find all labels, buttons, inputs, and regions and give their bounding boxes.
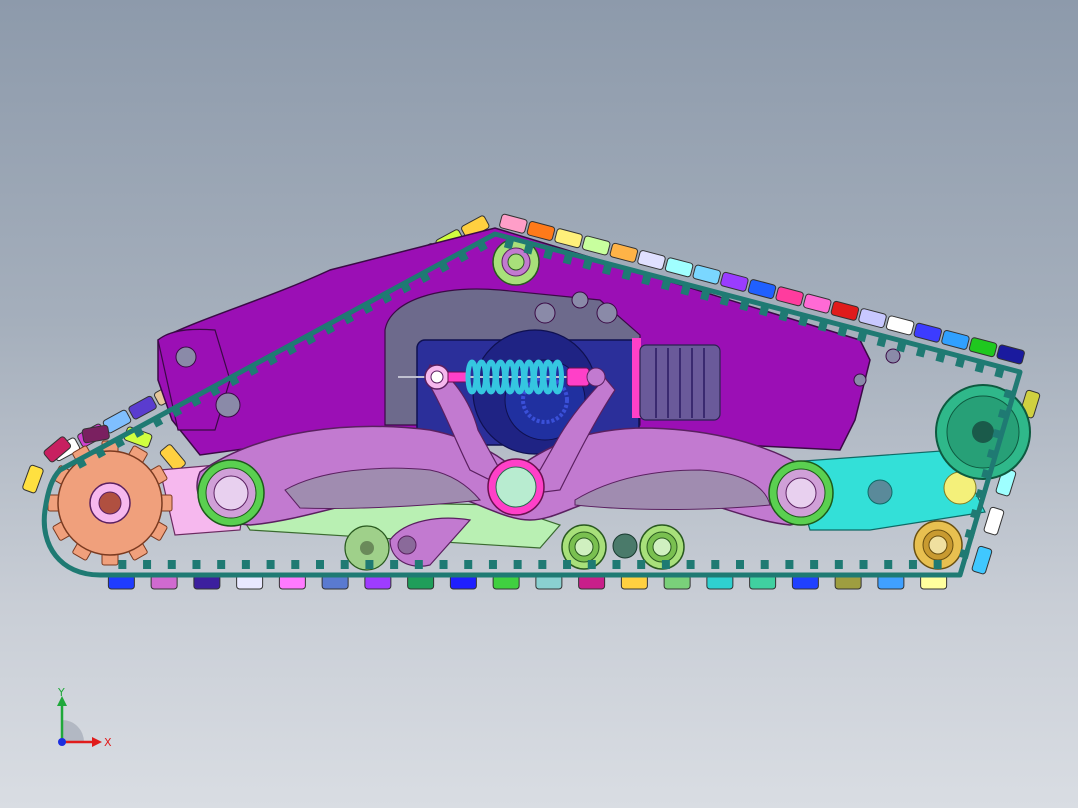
grouser-pad [885,315,915,336]
belt-tooth [217,560,226,569]
belt-tooth [760,560,769,569]
grouser-pad [526,221,556,241]
belt-tooth [810,560,819,569]
grouser-pad [747,279,777,299]
grouser-pad [830,300,860,321]
belt-tooth [612,560,621,569]
belt-tooth [563,560,572,569]
belt-tooth [859,560,868,569]
grouser-pad [22,464,44,494]
grouser-pad [775,286,804,307]
grouser-pad [664,257,694,278]
belt-tooth [834,560,843,569]
belt-tooth [736,560,744,569]
grouser-pad [692,264,721,285]
belt-tooth [390,560,399,569]
belt-tooth [316,560,324,569]
belt-tooth [439,560,448,569]
belt-tooth [340,560,349,569]
grouser-pad [43,436,72,463]
grouser-pad [582,235,611,256]
belt-tooth [266,560,275,569]
grouser-pad [996,344,1025,365]
hook-link-hole [397,535,417,555]
x-axis-label: X [104,736,112,749]
y-axis-label: Y [57,686,65,699]
coordinate-triad: Y X [57,686,112,749]
grouser-pad [803,293,832,314]
belt-tooth [488,560,497,569]
belt-tooth [711,560,720,569]
triad-quadrant [62,720,84,742]
belt-tooth [637,560,646,569]
belt-tooth [291,560,300,569]
belt-tooth [241,560,250,569]
belt-tooth [414,560,423,569]
front-idler-wheel[interactable] [935,384,1031,480]
belt-tooth [785,560,794,569]
grouser-pad [941,329,970,350]
grouser-pad [720,271,749,292]
belt-tooth [513,560,522,569]
z-axis-dot [58,738,66,746]
belt-tooth [464,560,473,569]
pivot-bushing-left[interactable] [197,459,265,527]
grouser-pad [554,228,583,249]
belt-tooth [933,560,942,569]
grouser-pad [913,322,942,343]
grouser-pad [983,506,1005,536]
drive-sprocket[interactable] [47,440,173,566]
x-axis-arrowhead [92,737,102,747]
belt-tooth [167,560,176,569]
cad-graphics-viewport[interactable]: Y X [0,0,1078,808]
belt-tooth [118,560,127,569]
pivot-bushing-right[interactable] [768,460,834,526]
belt-tooth [538,560,547,569]
track-assembly-model[interactable] [0,0,1078,808]
belt-tooth [661,560,670,569]
belt-tooth [587,560,596,569]
grouser-pad [971,545,993,575]
motor-cooling-fins [639,344,721,421]
belt-tooth [908,560,917,569]
belt-tooth [884,560,893,569]
belt-tooth [143,560,152,569]
belt-tooth [365,560,374,569]
belt-tooth [192,560,201,569]
grouser-pad [81,424,110,444]
side-plate-lobe [157,328,231,431]
grouser-pad [858,308,887,329]
belt-tooth [686,560,695,569]
grouser-pad [968,337,998,358]
road-wheel-hub [612,533,638,559]
pivot-bushing-center[interactable] [487,458,545,516]
grouser-pad [128,395,157,420]
tensioner-link-hole [867,479,893,505]
grouser-pad [637,250,666,270]
grouser-pad [609,242,639,263]
